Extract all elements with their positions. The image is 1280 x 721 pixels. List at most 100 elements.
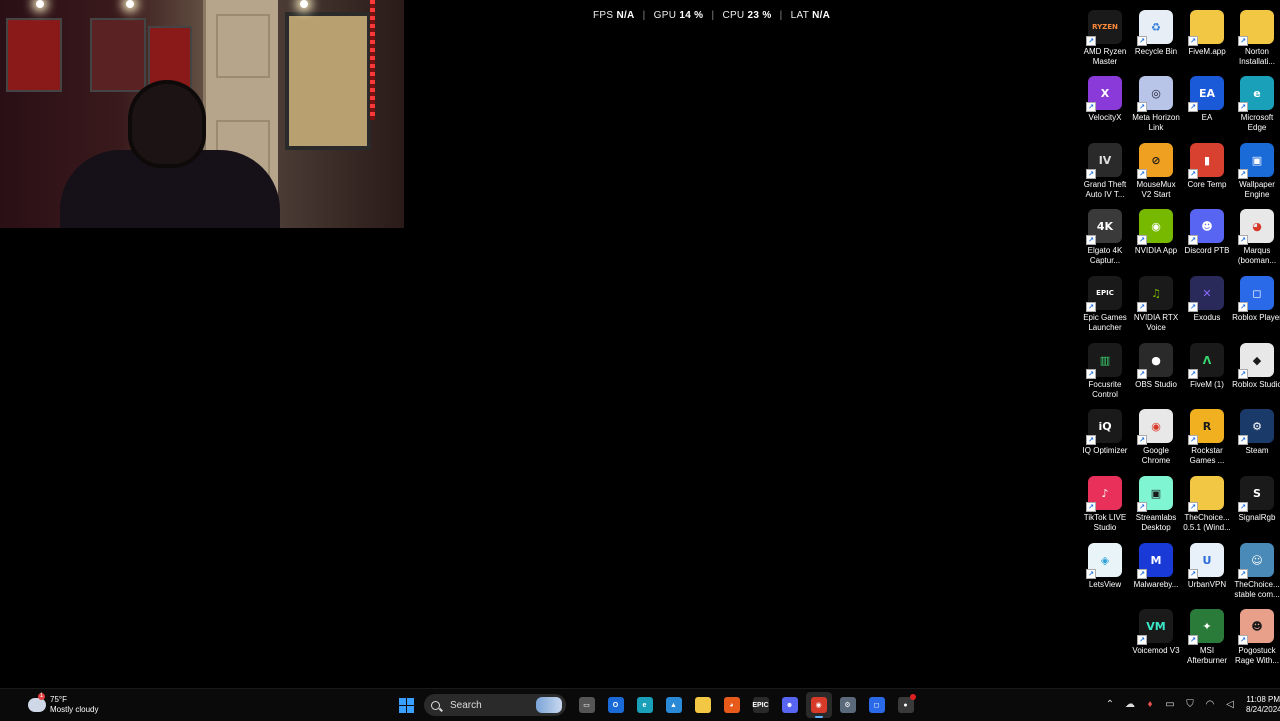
lat-value: N/A (812, 10, 831, 21)
shortcut-arrow-icon: ↗ (1137, 235, 1147, 245)
photos-app[interactable]: ▲ (661, 692, 687, 718)
desktop-icon[interactable]: X ↗ VelocityX (1080, 72, 1130, 138)
desktop-icon[interactable]: e ↗ Microsoft Edge (1232, 72, 1280, 138)
roblox-app[interactable]: ◻ (864, 692, 890, 718)
desktop-icon[interactable]: ◉ ↗ NVIDIA App (1131, 205, 1181, 271)
microphone-icon[interactable]: ♦ (1143, 698, 1157, 712)
wifi-icon[interactable]: ◠ (1203, 698, 1217, 712)
shortcut-arrow-icon: ↗ (1238, 369, 1248, 379)
desktop-icon[interactable]: ▮ ↗ Core Temp (1182, 139, 1232, 205)
desktop-icon[interactable]: ◆ ↗ Roblox Studio (1232, 339, 1280, 405)
shortcut-arrow-icon: ↗ (1238, 102, 1248, 112)
desktop-icon[interactable]: 4K ↗ Elgato 4K Captur... (1080, 205, 1130, 271)
file-explorer-app[interactable]: ▭ (574, 692, 600, 718)
desktop-icon[interactable]: iQ ↗ IQ Optimizer (1080, 405, 1130, 471)
fps-label: FPS (593, 10, 614, 21)
desktop-icon[interactable]: R ↗ Rockstar Games ... (1182, 405, 1232, 471)
roblox-icon: ◻ (868, 697, 885, 713)
desktop-icon-label: NVIDIA RTX Voice (1133, 313, 1179, 332)
network-drive-icon[interactable]: ☁ (1123, 698, 1137, 712)
performance-overlay: FPS N/A | GPU 14 % | CPU 23 % | LAT N/A (593, 10, 830, 21)
desktop-icon-label: Roblox Studio (1232, 380, 1280, 389)
desktop-icon-label: Voicemod V3 (1132, 646, 1180, 655)
obs-app[interactable]: ● (893, 692, 919, 718)
start-button[interactable] (394, 693, 418, 717)
desktop-icon[interactable]: ♪ ↗ TikTok LIVE Studio (1080, 472, 1130, 538)
wall-poster (6, 18, 62, 92)
app-icon: IV ↗ (1086, 143, 1122, 179)
shortcut-arrow-icon: ↗ (1137, 435, 1147, 445)
app-icon: ● ↗ (1137, 343, 1173, 379)
epic-games-app[interactable]: EPIC (748, 692, 774, 718)
keyboard-icon[interactable]: ▭ (1163, 698, 1177, 712)
vpn-shield-icon[interactable]: ⛉ (1183, 698, 1197, 712)
desktop-icon[interactable]: ● ↗ OBS Studio (1131, 339, 1181, 405)
shortcut-arrow-icon: ↗ (1238, 235, 1248, 245)
desktop-icon[interactable]: ⚙ ↗ Steam (1232, 405, 1280, 471)
desktop-icon[interactable]: ◎ ↗ Meta Horizon Link (1131, 72, 1181, 138)
desktop-icon[interactable]: ◻ ↗ Roblox Player (1232, 272, 1280, 338)
desktop-icon[interactable]: RYZEN ↗ AMD Ryzen Master (1080, 6, 1130, 72)
search-label: Search (450, 699, 482, 711)
settings-app[interactable]: ⚙ (835, 692, 861, 718)
desktop-icon-label: Norton Installati... (1238, 47, 1275, 66)
desktop-icon[interactable]: ▣ ↗ Streamlabs Desktop (1131, 472, 1181, 538)
desktop-icon[interactable]: U ↗ UrbanVPN (1182, 539, 1232, 605)
discord-app[interactable]: ☻ (777, 692, 803, 718)
wall-poster (285, 12, 371, 150)
weather-temperature: 75°F (50, 695, 67, 704)
notification-dot (909, 694, 916, 700)
outlook-app[interactable]: O (603, 692, 629, 718)
app-icon: U ↗ (1188, 543, 1224, 579)
desktop-icon[interactable]: ♫ ↗ NVIDIA RTX Voice (1131, 272, 1181, 338)
desktop-icon-label: Wallpaper Engine (1239, 180, 1275, 199)
folder-app[interactable] (690, 692, 716, 718)
desktop-icon[interactable]: ↗ FiveM.app (1182, 6, 1232, 72)
desktop-icon[interactable]: M ↗ Malwareby... (1131, 539, 1181, 605)
app-icon: ↗ (1238, 10, 1274, 46)
desktop-icon[interactable]: IV ↗ Grand Theft Auto IV T... (1080, 139, 1130, 205)
volume-icon[interactable]: ◁ (1223, 698, 1237, 712)
edge-app[interactable]: e (632, 692, 658, 718)
desktop-icon[interactable]: ◉ ↗ Google Chrome (1131, 405, 1181, 471)
desktop-icon[interactable]: ↗ Norton Installati... (1232, 6, 1280, 72)
desktop-icon[interactable]: S ↗ SignalRgb (1232, 472, 1280, 538)
desktop-icon[interactable]: ✕ ↗ Exodus (1182, 272, 1232, 338)
edge-icon: e (636, 697, 653, 713)
app-icon: X ↗ (1086, 76, 1122, 112)
shortcut-arrow-icon: ↗ (1188, 435, 1198, 445)
firefox-app[interactable]: ◕ (719, 692, 745, 718)
desktop-icon[interactable]: ☺ ↗ TheChoice... stable com... (1232, 539, 1280, 605)
app-icon: ☻ ↗ (1238, 609, 1274, 645)
desktop-icon-label: Marqus (booman... (1237, 246, 1277, 265)
chrome-app[interactable]: ◉ (805, 692, 832, 718)
desktop-icon-label: Core Temp (1187, 180, 1227, 189)
desktop-icon[interactable]: ✦ ↗ MSI Afterburner (1182, 605, 1232, 671)
cpu-value: 23 % (747, 10, 772, 21)
desktop-icon[interactable]: ♻ ↗ Recycle Bin (1131, 6, 1181, 72)
desktop-icon[interactable]: ▥ ↗ Focusrite Control (1080, 339, 1130, 405)
app-icon: ◉ ↗ (1137, 409, 1173, 445)
shortcut-arrow-icon: ↗ (1137, 302, 1147, 312)
desktop-icon[interactable]: EA ↗ EA (1182, 72, 1232, 138)
shortcut-arrow-icon: ↗ (1238, 635, 1248, 645)
clock[interactable]: 11:08 PM 8/24/2024 (1246, 695, 1280, 715)
app-icon: ↗ (1188, 476, 1224, 512)
desktop-icon[interactable]: ☻ ↗ Discord PTB (1182, 205, 1232, 271)
desktop-icon[interactable]: VM ↗ Voicemod V3 (1131, 605, 1181, 671)
desktop-icon[interactable]: ◈ ↗ LetsView (1080, 539, 1130, 605)
desktop-icon[interactable]: ☻ ↗ Pogostuck Rage With... (1232, 605, 1280, 671)
search-box[interactable]: Search (424, 694, 566, 716)
desktop-icon-label: Epic Games Launcher (1083, 313, 1127, 332)
gpu-label: GPU (653, 10, 677, 21)
desktop-icon[interactable]: Λ ↗ FiveM (1) (1182, 339, 1232, 405)
desktop-icon[interactable]: ◕ ↗ Marqus (booman... (1232, 205, 1280, 271)
chevron-up-icon[interactable]: ⌃ (1103, 698, 1117, 712)
shortcut-arrow-icon: ↗ (1188, 635, 1198, 645)
desktop-icon[interactable]: ⊘ ↗ MouseMux V2 Start (1131, 139, 1181, 205)
desktop-icon-label: Recycle Bin (1134, 47, 1178, 56)
desktop-icon[interactable]: ▣ ↗ Wallpaper Engine (1232, 139, 1280, 205)
desktop-icon[interactable]: EPIC ↗ Epic Games Launcher (1080, 272, 1130, 338)
desktop-icon[interactable]: ↗ TheChoice... 0.5.1 (Wind... (1182, 472, 1232, 538)
weather-widget[interactable]: 1 75°F Mostly cloudy (28, 693, 98, 717)
